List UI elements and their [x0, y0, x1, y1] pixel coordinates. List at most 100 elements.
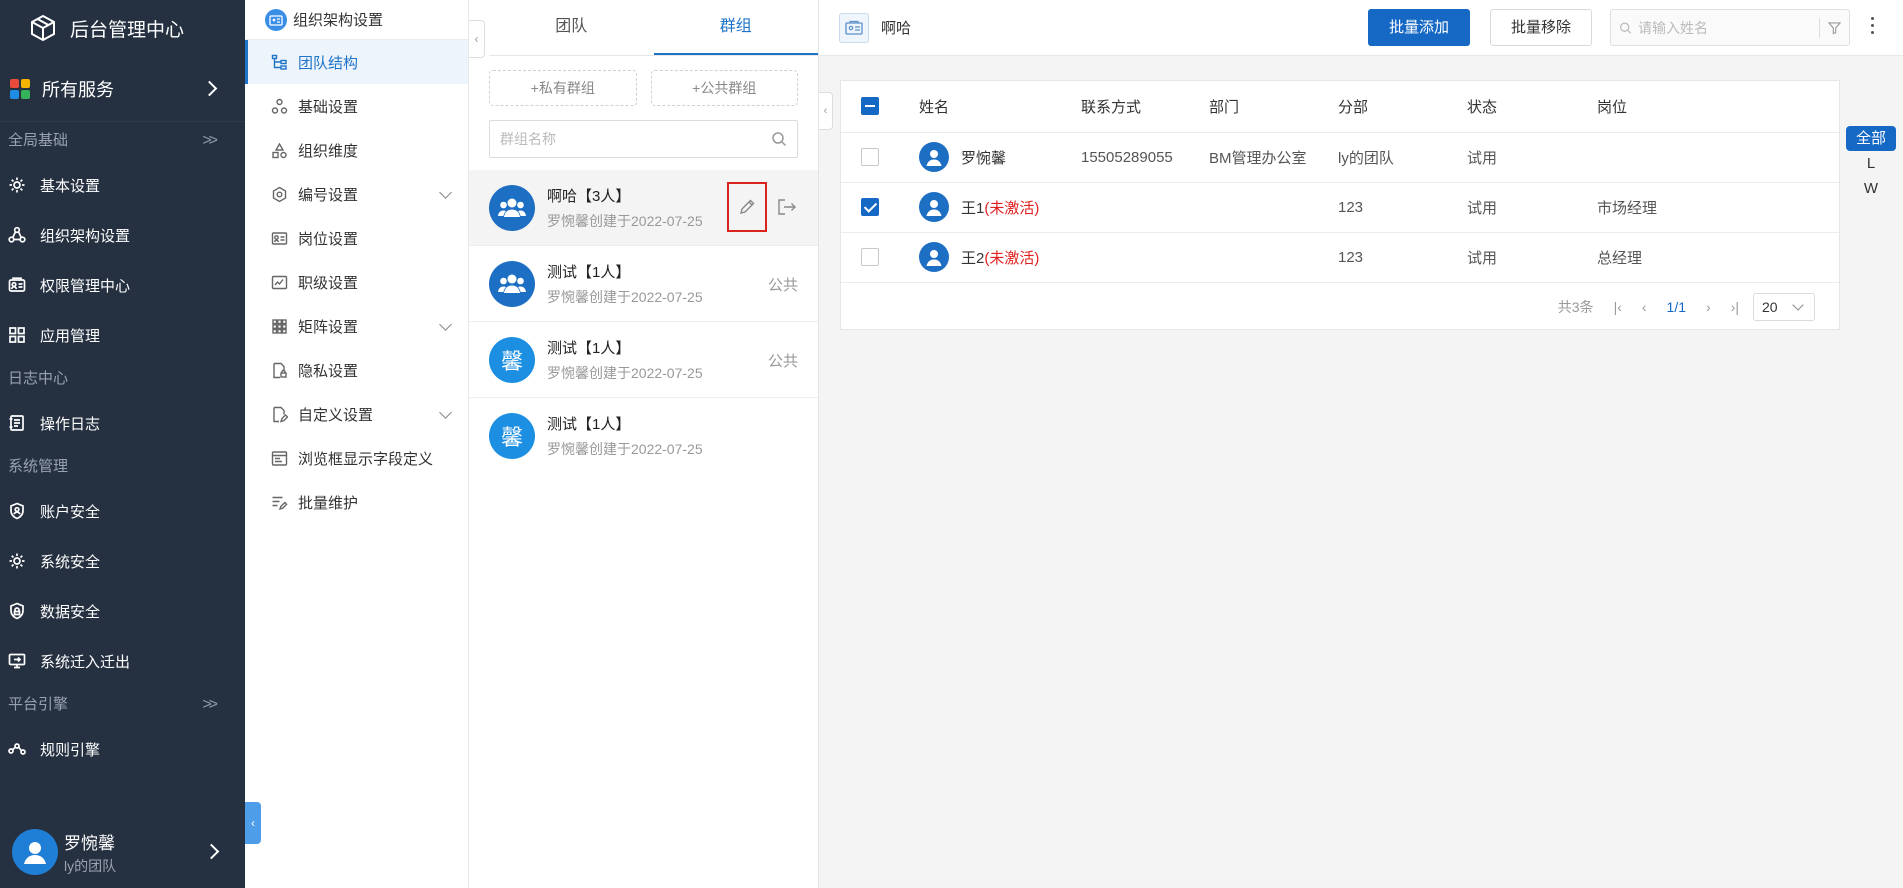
- submenu-item-rank[interactable]: 职级设置: [245, 260, 468, 304]
- name-search-input[interactable]: [1638, 19, 1820, 36]
- chevron-left-icon: ‹: [474, 32, 479, 46]
- submenu-item-basic-settings[interactable]: 基础设置: [245, 84, 468, 128]
- exit-group-icon[interactable]: [777, 198, 797, 216]
- tab-team[interactable]: 团队: [489, 0, 654, 55]
- add-public-group-button[interactable]: +公共群组: [650, 70, 798, 106]
- shield-user-icon: [10, 502, 24, 520]
- member-branch: 123: [1338, 182, 1467, 233]
- submenu-item-numbering[interactable]: 编号设置: [245, 172, 468, 216]
- main-sidebar: 后台管理中心 所有服务 全局基础 >> 基本设置 组织架构设置 权限管理中心 应用…: [0, 0, 245, 888]
- member-name[interactable]: 罗惋馨: [961, 147, 1006, 168]
- group-list-item[interactable]: 馨 测试【1人】 罗惋馨创建于2022-07-25: [469, 398, 818, 474]
- sidebar-item-permission-center[interactable]: 权限管理中心: [0, 260, 245, 310]
- table-row[interactable]: 王2 (未激活) 123 试用 总经理: [841, 232, 1839, 283]
- group-name: 测试【1人】: [547, 339, 631, 357]
- sidebar-collapse-handle[interactable]: ‹: [245, 802, 261, 844]
- all-services-label: 所有服务: [42, 79, 114, 100]
- submenu-item-org-dimension[interactable]: 组织维度: [245, 128, 468, 172]
- sidebar-item-app-management[interactable]: 应用管理: [0, 310, 245, 360]
- group-list-item[interactable]: 啊哈【3人】 罗惋馨创建于2022-07-25: [469, 170, 818, 246]
- sidebar-item-account-security[interactable]: 账户安全: [0, 486, 245, 536]
- panel-collapse-button[interactable]: ‹: [469, 20, 485, 58]
- shield-icon: [10, 602, 24, 620]
- submenu-header: 组织架构设置: [245, 0, 468, 40]
- group-avatar-char: 馨: [489, 336, 535, 383]
- sidebar-item-label: 权限管理中心: [40, 277, 131, 295]
- sidebar-item-org-settings[interactable]: 组织架构设置: [0, 210, 245, 260]
- group-list-item[interactable]: 馨 测试【1人】 罗惋馨创建于2022-07-25 公共: [469, 322, 818, 398]
- letter-index-item[interactable]: L: [1846, 151, 1896, 176]
- group-name: 啊哈【3人】: [547, 187, 631, 205]
- submenu-item-matrix[interactable]: 矩阵设置: [245, 304, 468, 348]
- sidebar-item-system-migration[interactable]: 系统迁入迁出: [0, 636, 245, 686]
- filter-icon[interactable]: [1827, 21, 1841, 35]
- current-user[interactable]: 罗惋馨 ly的团队: [0, 816, 245, 888]
- sidebar-group-global[interactable]: 全局基础 >>: [0, 122, 245, 160]
- select-all-checkbox[interactable]: [861, 97, 879, 116]
- submenu-item-browse-fields[interactable]: 浏览框显示字段定义: [245, 436, 468, 480]
- submenu-item-team-structure[interactable]: 团队结构: [245, 40, 468, 84]
- batch-add-button[interactable]: 批量添加: [1368, 9, 1470, 46]
- edit-group-button[interactable]: [727, 182, 767, 232]
- letter-index-item[interactable]: W: [1846, 176, 1896, 201]
- sidebar-group-engine[interactable]: 平台引擎 >>: [0, 686, 245, 724]
- app-title: 后台管理中心: [70, 19, 185, 41]
- more-options-icon[interactable]: [1871, 17, 1875, 38]
- sidebar-group-system[interactable]: 系统管理: [0, 448, 245, 486]
- cube-logo-icon: [31, 14, 55, 42]
- letter-index-all[interactable]: 全部: [1846, 126, 1896, 151]
- table-row[interactable]: 王1 (未激活) 123 试用 市场经理: [841, 182, 1839, 233]
- group-search-input[interactable]: [500, 131, 771, 147]
- rank-chart-icon: [271, 275, 288, 289]
- sidebar-item-data-security[interactable]: 数据安全: [0, 586, 245, 636]
- badge-card-icon: [271, 231, 288, 245]
- divider: [1819, 17, 1820, 38]
- row-checkbox[interactable]: [861, 148, 879, 167]
- app-brand[interactable]: 后台管理中心: [0, 0, 245, 56]
- group-list-item[interactable]: 测试【1人】 罗惋馨创建于2022-07-25 公共: [469, 246, 818, 322]
- table-row[interactable]: 罗惋馨 15505289055 BM管理办公室 ly的团队 试用: [841, 132, 1839, 183]
- all-services-button[interactable]: 所有服务: [0, 56, 245, 122]
- user-avatar-icon: [12, 829, 58, 875]
- sidebar-group-log[interactable]: 日志中心: [0, 360, 245, 398]
- list-edit-icon: [272, 496, 288, 510]
- sidebar-item-basic-settings[interactable]: 基本设置: [0, 160, 245, 210]
- sidebar-item-operation-log[interactable]: 操作日志: [0, 398, 245, 448]
- sidebar-item-rule-engine[interactable]: 规则引擎: [0, 724, 245, 774]
- submenu-item-label: 批量维护: [298, 494, 359, 512]
- submenu-item-post[interactable]: 岗位设置: [245, 216, 468, 260]
- member-name[interactable]: 王2: [961, 247, 984, 268]
- first-page-icon[interactable]: |‹: [1614, 299, 1622, 315]
- row-checkbox[interactable]: [861, 248, 879, 267]
- column-header-contact: 联系方式: [1081, 81, 1209, 133]
- add-private-group-button[interactable]: +私有群组: [489, 70, 637, 106]
- last-page-icon[interactable]: ›|: [1731, 299, 1739, 315]
- submenu-item-batch-maintain[interactable]: 批量维护: [245, 480, 468, 524]
- chevron-left-icon: ‹: [823, 105, 828, 117]
- group-name: 测试【1人】: [547, 263, 631, 281]
- sidebar-item-system-security[interactable]: 系统安全: [0, 536, 245, 586]
- id-card-icon: [8, 277, 26, 292]
- batch-remove-button[interactable]: 批量移除: [1490, 9, 1592, 46]
- page-size-select[interactable]: 20: [1753, 293, 1815, 321]
- inactive-tag: (未激活): [984, 199, 1040, 217]
- next-page-icon[interactable]: ›: [1706, 299, 1711, 315]
- prev-page-icon[interactable]: ‹: [1642, 299, 1647, 315]
- search-icon[interactable]: [771, 131, 787, 147]
- tab-group[interactable]: 群组: [653, 0, 818, 55]
- chevron-right-icon: [201, 80, 218, 96]
- member-phone: 15505289055: [1081, 132, 1209, 183]
- add-group-row: +私有群组 +公共群组: [469, 56, 818, 106]
- group-card-icon: [839, 12, 869, 43]
- submenu-item-custom[interactable]: 自定义设置: [245, 392, 468, 436]
- sidebar-group-label: 全局基础: [8, 132, 69, 149]
- column-header-branch: 分部: [1338, 81, 1467, 133]
- member-name[interactable]: 王1: [961, 197, 984, 218]
- browser-window-icon: [271, 450, 288, 466]
- row-checkbox[interactable]: [861, 198, 879, 217]
- main-collapse-button[interactable]: ‹: [819, 92, 833, 130]
- detail-title: 啊哈: [881, 20, 912, 37]
- inactive-tag: (未激活): [984, 249, 1040, 267]
- member-dept: [1209, 182, 1338, 233]
- submenu-item-privacy[interactable]: 隐私设置: [245, 348, 468, 392]
